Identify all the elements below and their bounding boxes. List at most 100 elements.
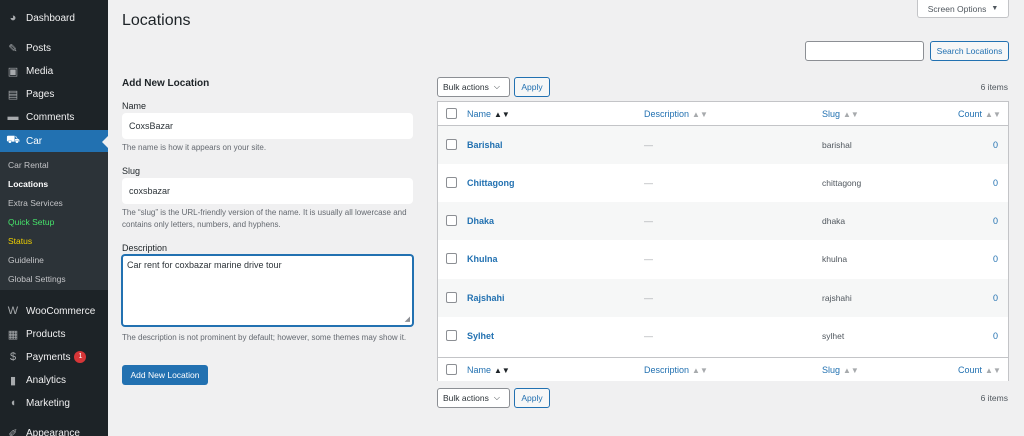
- submenu-item-global-settings[interactable]: Global Settings: [8, 272, 66, 286]
- menu-item-woocommerce[interactable]: W WooCommerce: [0, 300, 108, 322]
- pages-icon: ▤: [7, 88, 19, 101]
- column-count-footer[interactable]: Count ▲▼: [958, 365, 1001, 375]
- column-name-header[interactable]: Name ▲▼: [467, 109, 510, 119]
- slug-field-value: coxsbazar: [129, 186, 171, 196]
- description-field[interactable]: Car rent for coxbazar marine drive tour …: [122, 255, 413, 326]
- slug-label: Slug: [122, 166, 141, 176]
- menu-item-posts[interactable]: ✎ Posts: [0, 37, 108, 59]
- pin-icon: ✎: [8, 42, 18, 55]
- sort-icon: ▲▼: [985, 365, 1001, 375]
- search-locations-button[interactable]: Search Locations: [930, 41, 1009, 61]
- submenu-item-extra-services[interactable]: Extra Services: [8, 196, 63, 210]
- menu-label: Analytics: [26, 374, 67, 386]
- row-description: —: [644, 331, 653, 341]
- column-name-footer[interactable]: Name ▲▼: [467, 365, 510, 375]
- row-count-link[interactable]: 0: [958, 178, 998, 188]
- row-checkbox[interactable]: [446, 292, 457, 303]
- row-name-link[interactable]: Barishal: [467, 140, 503, 150]
- column-count-header[interactable]: Count ▲▼: [958, 109, 1001, 119]
- bulk-actions-select-top[interactable]: Bulk actions ⌵: [437, 77, 510, 97]
- row-name-link[interactable]: Rajshahi: [467, 293, 505, 303]
- active-indicator: [102, 136, 108, 148]
- caret-down-icon: ▼: [991, 5, 999, 12]
- row-count-link[interactable]: 0: [958, 216, 998, 226]
- media-icon: ▣: [7, 65, 19, 78]
- row-description: —: [644, 178, 653, 188]
- menu-label: Media: [26, 65, 54, 77]
- table-row: Khulna — khulna 0: [438, 240, 1008, 278]
- menu-label: Marketing: [26, 397, 70, 409]
- menu-label: Dashboard: [26, 12, 75, 24]
- search-input[interactable]: [805, 41, 924, 61]
- menu-item-dashboard[interactable]: ◕ Dashboard: [0, 7, 108, 29]
- row-checkbox[interactable]: [446, 139, 457, 150]
- bulk-actions-select-bottom[interactable]: Bulk actions ⌵: [437, 388, 510, 408]
- column-description-header[interactable]: Description ▲▼: [644, 109, 708, 119]
- table-row: Sylhet — sylhet 0: [438, 317, 1008, 355]
- table-row: Barishal — barishal 0: [438, 126, 1008, 164]
- menu-item-appearance[interactable]: ✐ Appearance: [0, 422, 108, 436]
- row-count-link[interactable]: 0: [958, 254, 998, 264]
- table-row: Rajshahi — rajshahi 0: [438, 279, 1008, 317]
- submenu-item-quick-setup[interactable]: Quick Setup: [8, 215, 54, 229]
- sort-icon: ▲▼: [692, 365, 708, 375]
- row-slug: chittagong: [822, 178, 862, 188]
- name-field-value: CoxsBazar: [129, 121, 174, 131]
- menu-item-car[interactable]: ⛟ Car: [0, 130, 108, 152]
- menu-label: Pages: [26, 88, 55, 100]
- row-count-link[interactable]: 0: [958, 331, 998, 341]
- menu-label: Posts: [26, 42, 52, 54]
- apply-button-top[interactable]: Apply: [514, 77, 550, 97]
- row-count-link[interactable]: 0: [958, 293, 998, 303]
- menu-item-marketing[interactable]: ◖ Marketing: [0, 392, 108, 414]
- screen-options-label: Screen Options: [927, 3, 987, 14]
- submenu-item-status[interactable]: Status: [8, 234, 32, 248]
- submenu-item-guideline[interactable]: Guideline: [8, 253, 44, 267]
- column-slug-header[interactable]: Slug ▲▼: [822, 109, 859, 119]
- row-slug: rajshahi: [822, 293, 852, 303]
- menu-item-media[interactable]: ▣ Media: [0, 60, 108, 82]
- menu-item-comments[interactable]: ▬ Comments: [0, 106, 108, 128]
- apply-button-bottom[interactable]: Apply: [514, 388, 550, 408]
- menu-label: Products: [26, 328, 66, 340]
- menu-item-pages[interactable]: ▤ Pages: [0, 83, 108, 105]
- menu-item-analytics[interactable]: ▮ Analytics: [0, 369, 108, 391]
- add-new-location-button[interactable]: Add New Location: [122, 365, 208, 385]
- sort-icon: ▲▼: [692, 109, 708, 119]
- submenu-item-locations[interactable]: Locations: [8, 177, 48, 191]
- items-count-top: 6 items: [980, 82, 1008, 92]
- table-footer: Name ▲▼ Description ▲▼ Slug ▲▼ Count ▲▼: [438, 357, 1008, 381]
- description-field-value: Car rent for coxbazar marine drive tour: [127, 260, 282, 270]
- row-checkbox[interactable]: [446, 253, 457, 264]
- screen-options-button[interactable]: Screen Options ▼: [917, 0, 1009, 18]
- column-slug-footer[interactable]: Slug ▲▼: [822, 365, 859, 375]
- select-all-checkbox[interactable]: [446, 364, 457, 375]
- menu-label: Payments: [26, 351, 71, 363]
- row-name-link[interactable]: Sylhet: [467, 331, 494, 341]
- row-slug: sylhet: [822, 331, 845, 341]
- submenu-item-car-rental[interactable]: Car Rental: [8, 158, 49, 172]
- row-name-link[interactable]: Khulna: [467, 254, 498, 264]
- appearance-icon: ✐: [8, 427, 18, 436]
- row-checkbox[interactable]: [446, 177, 457, 188]
- slug-field[interactable]: coxsbazar: [122, 178, 413, 204]
- form-heading: Add New Location: [122, 78, 210, 89]
- payments-icon: $: [9, 351, 17, 363]
- row-name-link[interactable]: Dhaka: [467, 216, 494, 226]
- resize-grip-icon[interactable]: ◢: [405, 315, 410, 323]
- menu-label: Car: [26, 135, 43, 147]
- name-field[interactable]: CoxsBazar: [122, 113, 413, 139]
- row-count-link[interactable]: 0: [958, 140, 998, 150]
- column-description-footer[interactable]: Description ▲▼: [644, 365, 708, 375]
- row-checkbox[interactable]: [446, 215, 457, 226]
- description-help: The description is not prominent by defa…: [122, 333, 407, 342]
- select-all-checkbox[interactable]: [446, 108, 457, 119]
- row-checkbox[interactable]: [446, 330, 457, 341]
- chevron-down-icon: ⌵: [493, 82, 500, 91]
- menu-item-payments[interactable]: $ Payments 1: [0, 346, 108, 368]
- row-description: —: [644, 254, 653, 264]
- products-icon: ▦: [7, 328, 19, 341]
- row-name-link[interactable]: Chittagong: [467, 178, 515, 188]
- menu-item-products[interactable]: ▦ Products: [0, 323, 108, 345]
- page-title: Locations: [122, 12, 191, 29]
